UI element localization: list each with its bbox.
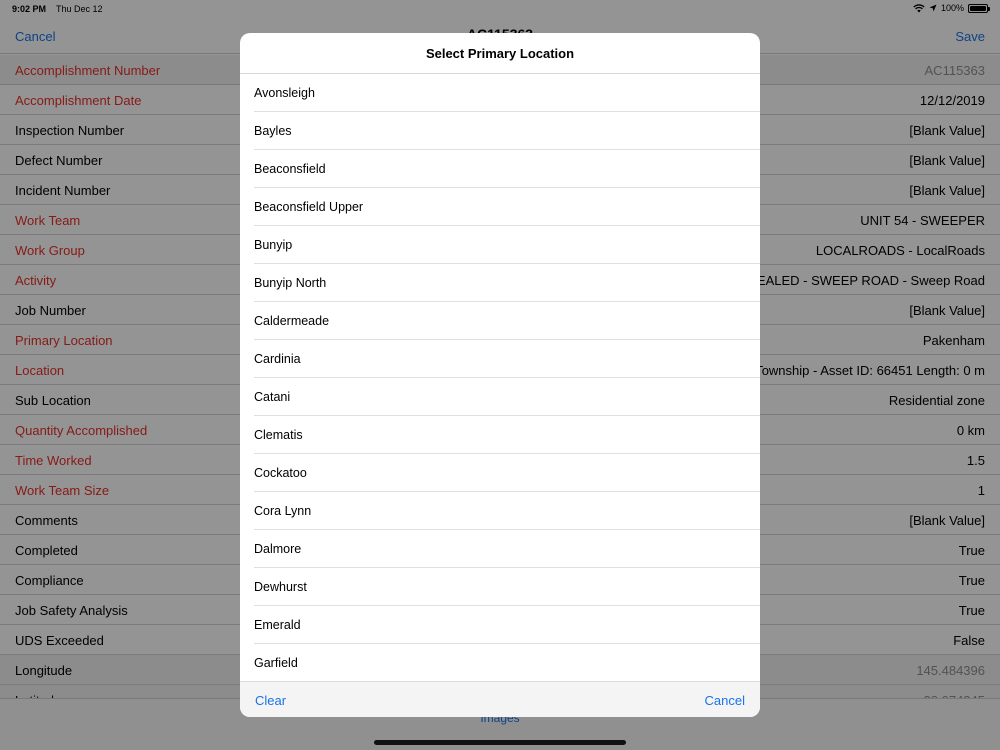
location-option[interactable]: Dalmore: [254, 530, 760, 568]
select-primary-location-dialog: Select Primary Location Avonsleigh Bayle…: [240, 33, 760, 717]
location-option[interactable]: Beaconsfield Upper: [254, 188, 760, 226]
location-option[interactable]: Clematis: [254, 416, 760, 454]
home-indicator[interactable]: [374, 740, 626, 745]
location-option[interactable]: Emerald: [254, 606, 760, 644]
location-option-label: Cardinia: [254, 352, 301, 366]
location-option-label: Dewhurst: [254, 580, 307, 594]
location-option[interactable]: Dewhurst: [254, 568, 760, 606]
location-option[interactable]: Catani: [254, 378, 760, 416]
location-option[interactable]: Bayles: [254, 112, 760, 150]
location-option[interactable]: Cora Lynn: [254, 492, 760, 530]
location-option-label: Dalmore: [254, 542, 302, 556]
location-option-label: Clematis: [254, 428, 303, 442]
location-option-label: Beaconsfield Upper: [254, 200, 364, 214]
location-option-label: Emerald: [254, 618, 301, 632]
dialog-cancel-button[interactable]: Cancel: [705, 693, 745, 708]
location-list[interactable]: Avonsleigh Bayles Beaconsfield Beaconsfi…: [240, 74, 760, 681]
location-option-label: Beaconsfield: [254, 162, 326, 176]
location-option-label: Catani: [254, 390, 291, 404]
location-option-label: Cockatoo: [254, 466, 307, 480]
location-option-label: Cora Lynn: [254, 504, 312, 518]
location-option[interactable]: Avonsleigh: [254, 74, 760, 112]
location-option[interactable]: Garfield: [254, 644, 760, 681]
location-option-label: Bayles: [254, 124, 292, 138]
location-option-label: Bunyip: [254, 238, 293, 252]
location-option[interactable]: Bunyip North: [254, 264, 760, 302]
location-option[interactable]: Cardinia: [254, 340, 760, 378]
dialog-footer: Clear Cancel: [240, 681, 760, 717]
location-option[interactable]: Beaconsfield: [254, 150, 760, 188]
location-option[interactable]: Caldermeade: [254, 302, 760, 340]
location-option-label: Bunyip North: [254, 276, 327, 290]
location-option-label: Avonsleigh: [254, 86, 315, 100]
location-option-label: Caldermeade: [254, 314, 330, 328]
location-option-label: Garfield: [254, 656, 298, 670]
clear-button[interactable]: Clear: [255, 693, 286, 708]
location-option[interactable]: Bunyip: [254, 226, 760, 264]
dialog-title: Select Primary Location: [240, 33, 760, 74]
location-option[interactable]: Cockatoo: [254, 454, 760, 492]
